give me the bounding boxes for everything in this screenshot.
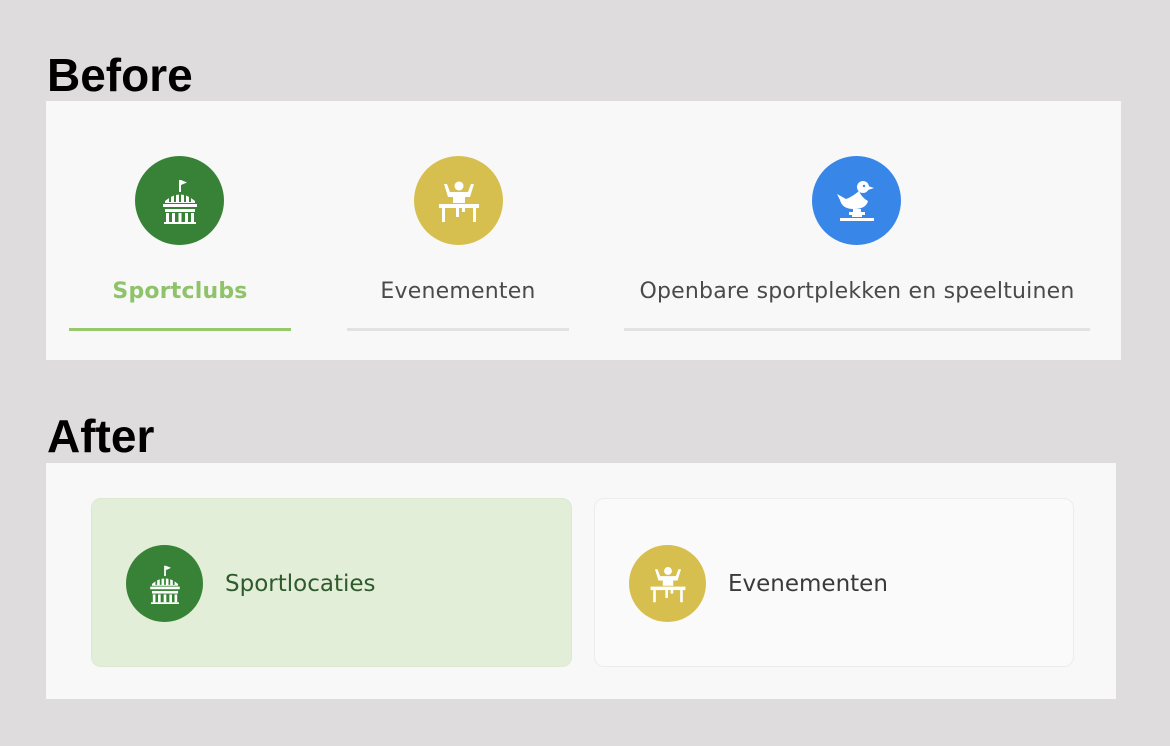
tab-underline: [624, 328, 1090, 331]
tab-label-evenementen: Evenementen: [380, 279, 536, 304]
tab-sportclubs[interactable]: Sportclubs: [69, 101, 291, 360]
card-label-evenementen: Evenementen: [728, 571, 888, 597]
tab-underline: [347, 328, 569, 331]
athlete-podium-icon: [414, 156, 503, 245]
card-label-sportlocaties: Sportlocaties: [225, 571, 376, 597]
stadium-icon: [135, 156, 224, 245]
after-card-selector: Sportlocaties Evenementen: [46, 463, 1116, 699]
before-heading: Before: [47, 49, 193, 101]
card-evenementen[interactable]: Evenementen: [594, 498, 1074, 667]
tab-label-openbare: Openbare sportplekken en speeltuinen: [639, 279, 1075, 304]
tab-evenementen[interactable]: Evenementen: [347, 101, 569, 360]
tab-label-sportclubs: Sportclubs: [112, 279, 248, 304]
before-tab-bar: Sportclubs Evenementen Openbare sportple…: [46, 101, 1121, 360]
active-tab-indicator: [69, 328, 291, 331]
athlete-podium-icon: [629, 545, 706, 622]
tab-openbare-sportplekken[interactable]: Openbare sportplekken en speeltuinen: [624, 101, 1090, 360]
stadium-icon: [126, 545, 203, 622]
after-heading: After: [47, 410, 155, 462]
spring-rider-duck-icon: [812, 156, 901, 245]
card-sportlocaties[interactable]: Sportlocaties: [91, 498, 572, 667]
